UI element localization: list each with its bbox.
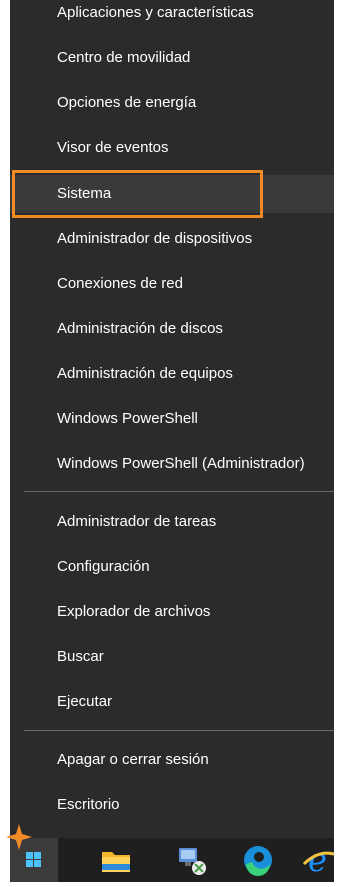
menu-item-escritorio[interactable]: Escritorio <box>10 786 334 824</box>
menu-item-explorador-archivos[interactable]: Explorador de archivos <box>10 593 334 631</box>
network-computer-icon <box>179 848 206 875</box>
menu-item-powershell-admin[interactable]: Windows PowerShell (Administrador) <box>10 445 334 483</box>
menu-item-label: Buscar <box>57 648 104 665</box>
file-explorer-icon <box>102 852 130 872</box>
menu-item-label: Visor de eventos <box>57 139 169 156</box>
menu-item-administracion-discos[interactable]: Administración de discos <box>10 310 334 348</box>
menu-item-centro-movilidad[interactable]: Centro de movilidad <box>10 39 334 77</box>
menu-item-administrador-tareas[interactable]: Administrador de tareas <box>10 503 334 541</box>
internet-explorer-icon: e <box>302 841 335 879</box>
menu-item-label: Configuración <box>57 558 150 575</box>
menu-item-label: Conexiones de red <box>57 275 183 292</box>
menu-item-label: Windows PowerShell (Administrador) <box>57 455 305 472</box>
menu-item-label: Opciones de energía <box>57 94 197 111</box>
menu-item-label: Explorador de archivos <box>57 603 211 620</box>
menu-item-label: Escritorio <box>57 796 120 813</box>
menu-item-conexiones-red[interactable]: Conexiones de red <box>10 265 334 303</box>
menu-item-label: Sistema <box>57 185 112 202</box>
cursor-sparkle-icon <box>6 824 32 850</box>
winx-context-menu: Aplicaciones y características Centro de… <box>10 0 334 838</box>
menu-item-buscar[interactable]: Buscar <box>10 638 334 676</box>
menu-item-label: Windows PowerShell <box>57 410 198 427</box>
menu-divider <box>24 730 334 731</box>
menu-item-aplicaciones[interactable]: Aplicaciones y características <box>10 0 334 32</box>
taskbar-network-app[interactable] <box>167 838 215 882</box>
menu-item-configuracion[interactable]: Configuración <box>10 548 334 586</box>
menu-item-label: Apagar o cerrar sesión <box>57 751 209 768</box>
menu-item-label: Administración de discos <box>57 320 223 337</box>
menu-item-administracion-equipos[interactable]: Administración de equipos <box>10 355 334 393</box>
menu-item-label: Administración de equipos <box>57 365 233 382</box>
menu-item-ejecutar[interactable]: Ejecutar <box>10 683 334 721</box>
taskbar-edge[interactable] <box>234 838 282 882</box>
menu-item-label: Aplicaciones y características <box>57 4 254 21</box>
menu-item-sistema[interactable]: Sistema <box>10 175 334 213</box>
menu-item-opciones-energia[interactable]: Opciones de energía <box>10 84 334 122</box>
taskbar: e <box>10 838 335 882</box>
menu-divider <box>24 491 334 492</box>
menu-item-visor-eventos[interactable]: Visor de eventos <box>10 129 334 167</box>
menu-item-administrador-dispositivos[interactable]: Administrador de dispositivos <box>10 220 334 258</box>
menu-item-apagar[interactable]: Apagar o cerrar sesión <box>10 741 334 779</box>
taskbar-internet-explorer[interactable]: e <box>302 838 335 882</box>
menu-item-label: Administrador de tareas <box>57 513 217 530</box>
menu-item-label: Administrador de dispositivos <box>57 230 253 247</box>
menu-item-label: Ejecutar <box>57 693 113 710</box>
edge-icon <box>244 846 272 876</box>
taskbar-file-explorer[interactable] <box>92 838 140 882</box>
menu-item-powershell[interactable]: Windows PowerShell <box>10 400 334 438</box>
menu-item-label: Centro de movilidad <box>57 49 191 66</box>
